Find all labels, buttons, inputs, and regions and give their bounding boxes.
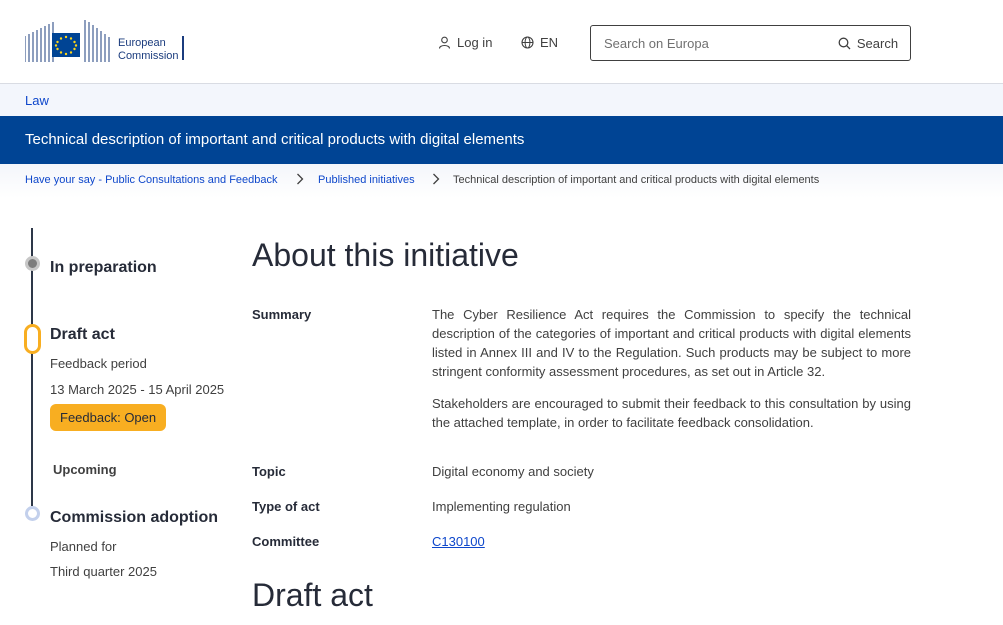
european-commission-logo[interactable]: European Commission: [24, 18, 187, 63]
summary-paragraph-2: Stakeholders are encouraged to submit th…: [432, 396, 911, 430]
feedback-status-badge: Feedback: Open: [50, 404, 167, 431]
timeline-step-draft-act: Draft act: [50, 326, 115, 343]
timeline-dot-upcoming: [25, 506, 40, 521]
breadcrumb-item-current: Technical description of important and c…: [453, 174, 820, 186]
logo-text-line1: European: [118, 37, 166, 49]
search-form: Search: [590, 25, 911, 61]
about-initiative-heading: About this initiative: [252, 237, 519, 273]
globe-icon: [521, 36, 534, 49]
timeline-dot-completed: [25, 256, 40, 271]
timeline-step-commission-adoption: Commission adoption: [50, 509, 218, 526]
login-label: Log in: [457, 35, 493, 50]
timeline-step-in-preparation: In preparation: [50, 259, 157, 276]
breadcrumb: Have your say - Public Consultations and…: [0, 164, 1003, 198]
page-header-bar: Technical description of important and c…: [0, 116, 1003, 164]
language-selector[interactable]: EN: [521, 35, 558, 50]
logo-divider: [182, 36, 184, 60]
chevron-right-icon: [297, 173, 304, 185]
breadcrumb-item-have-your-say[interactable]: Have your say - Public Consultations and…: [25, 174, 278, 186]
type-of-act-label: Type of act: [252, 499, 320, 514]
planned-for-value: Third quarter 2025: [50, 564, 157, 579]
search-button-label: Search: [856, 35, 899, 51]
feedback-period-value: 13 March 2025 - 15 April 2025: [50, 382, 225, 397]
upcoming-label: Upcoming: [53, 462, 117, 477]
feedback-period-label: Feedback period: [50, 356, 147, 371]
user-icon: [438, 36, 451, 49]
page-title: Technical description of important and c…: [25, 131, 525, 148]
site-link-law[interactable]: Law: [25, 93, 49, 108]
timeline-marker-current: [24, 324, 41, 354]
login-link[interactable]: Log in: [438, 35, 492, 50]
breadcrumb-item-published-initiatives[interactable]: Published initiatives: [318, 174, 415, 186]
site-header: European Commission Log in EN Search: [0, 0, 1003, 84]
site-name-bar: Law: [0, 84, 1003, 116]
committee-label: Committee: [252, 534, 320, 549]
topic-value: Digital economy and society: [432, 464, 594, 479]
type-of-act-value: Implementing regulation: [432, 499, 571, 514]
committee-value: C130100: [432, 532, 911, 551]
language-label: EN: [540, 35, 559, 50]
topic-label: Topic: [252, 464, 286, 479]
draft-act-heading: Draft act: [252, 577, 373, 613]
search-input[interactable]: [592, 27, 828, 59]
planned-for-label: Planned for: [50, 539, 117, 554]
chevron-right-icon: [433, 173, 440, 185]
search-icon: [838, 37, 851, 49]
search-button[interactable]: Search: [827, 27, 909, 59]
summary-paragraph-1: The Cyber Resilience Act requires the Co…: [432, 307, 911, 379]
summary-label: Summary: [252, 307, 312, 322]
logo-text: European Commission: [118, 37, 179, 63]
logo-text-line2: Commission: [118, 50, 179, 62]
committee-link[interactable]: C130100: [432, 534, 485, 549]
